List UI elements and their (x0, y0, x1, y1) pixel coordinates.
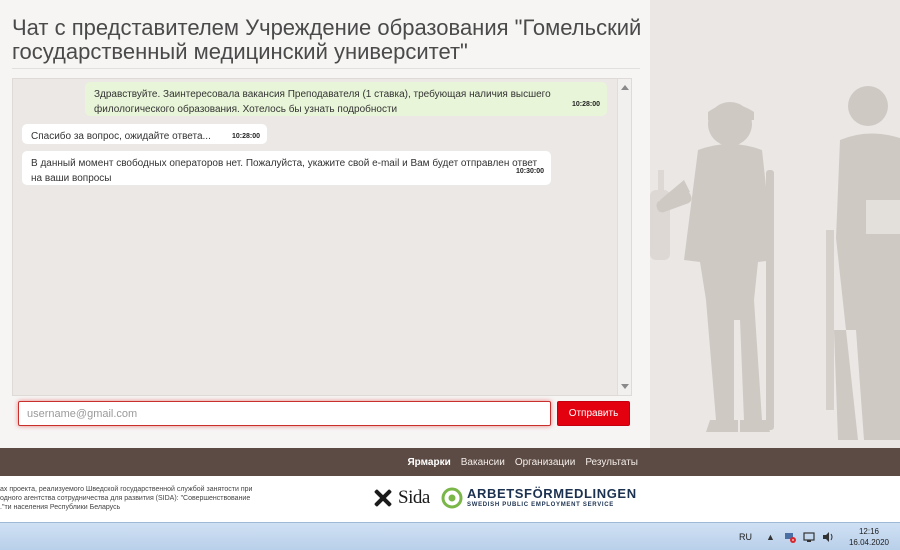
nav-item-results[interactable]: Результаты (585, 457, 638, 468)
message-text: Здравствуйте. Заинтересовала вакансия Пр… (94, 89, 551, 115)
arbetsformedlingen-wordmark: ARBETSFÖRMEDLINGEN (467, 486, 637, 501)
page-title: Чат с представителем Учреждение образова… (12, 15, 642, 64)
outgoing-message: Здравствуйте. Заинтересовала вакансия Пр… (85, 82, 607, 116)
system-tray: RU ▲ 12:16 16.04.2020 (739, 523, 900, 550)
incoming-message: Спасибо за вопрос, ожидайте ответа... 10… (22, 124, 267, 144)
display-icon[interactable] (802, 531, 815, 544)
sida-wordmark: Sida (398, 487, 430, 508)
title-divider (12, 68, 640, 69)
sida-logo-icon (374, 489, 392, 507)
send-button[interactable]: Отправить (557, 401, 630, 426)
system-clock[interactable]: 12:16 16.04.2020 (844, 526, 894, 548)
chat-scrollbar[interactable] (617, 79, 631, 395)
arbetsformedlingen-logo: ARBETSFÖRMEDLINGEN SWEDISH PUBLIC EMPLOY… (441, 485, 637, 511)
nav-item-vacancies[interactable]: Вакансии (461, 457, 505, 468)
chat-history[interactable]: Здравствуйте. Заинтересовала вакансия Пр… (12, 78, 632, 396)
footer-text-line: ах проекта, реализуемого Шведской госуда… (0, 486, 253, 493)
nav-item-fairs[interactable]: Ярмарки (407, 457, 450, 468)
email-input[interactable] (18, 401, 551, 426)
message-input-row: Отправить (18, 401, 632, 427)
footer-nav: Ярмарки Вакансии Организации Результаты (407, 448, 638, 476)
footer-text-line: одного агентства сотрудничества для разв… (0, 495, 251, 502)
arbetsformedlingen-tagline: SWEDISH PUBLIC EMPLOYMENT SERVICE (467, 502, 615, 508)
message-time: 10:30:00 (515, 168, 544, 175)
tray-expand-icon[interactable]: ▲ (764, 531, 777, 544)
page-background: Чат с представителем Учреждение образова… (0, 0, 900, 448)
network-warning-icon[interactable] (783, 531, 796, 544)
scroll-down-arrow-icon[interactable] (621, 384, 629, 389)
clock-time: 12:16 (858, 527, 880, 536)
windows-taskbar: RU ▲ 12:16 16.04.2020 (0, 522, 900, 550)
clock-date: 16.04.2020 (848, 538, 890, 547)
project-description: ах проекта, реализуемого Шведской госуда… (0, 485, 350, 512)
message-text: Спасибо за вопрос, ожидайте ответа... (31, 131, 211, 142)
message-time: 10:28:00 (571, 101, 600, 108)
chat-panel: Чат с представителем Учреждение образова… (0, 0, 650, 448)
incoming-message: В данный момент свободных операторов нет… (22, 151, 551, 185)
keyboard-language-indicator[interactable]: RU (739, 532, 752, 542)
arbetsformedlingen-logo-icon (441, 487, 463, 509)
nav-item-organizations[interactable]: Организации (515, 457, 575, 468)
footer-nav-bar: Ярмарки Вакансии Организации Результаты (0, 448, 900, 476)
workers-silhouette-illustration (650, 0, 900, 448)
footer-text-line: ти населения Республики Беларусь". (0, 504, 121, 511)
message-time: 10:28:00 (231, 133, 260, 140)
volume-icon[interactable] (821, 531, 834, 544)
site-footer: ах проекта, реализуемого Шведской госуда… (0, 476, 900, 522)
message-text: В данный момент свободных операторов нет… (31, 158, 538, 184)
sida-logo: Sida (371, 484, 430, 512)
scroll-up-arrow-icon[interactable] (621, 85, 629, 90)
